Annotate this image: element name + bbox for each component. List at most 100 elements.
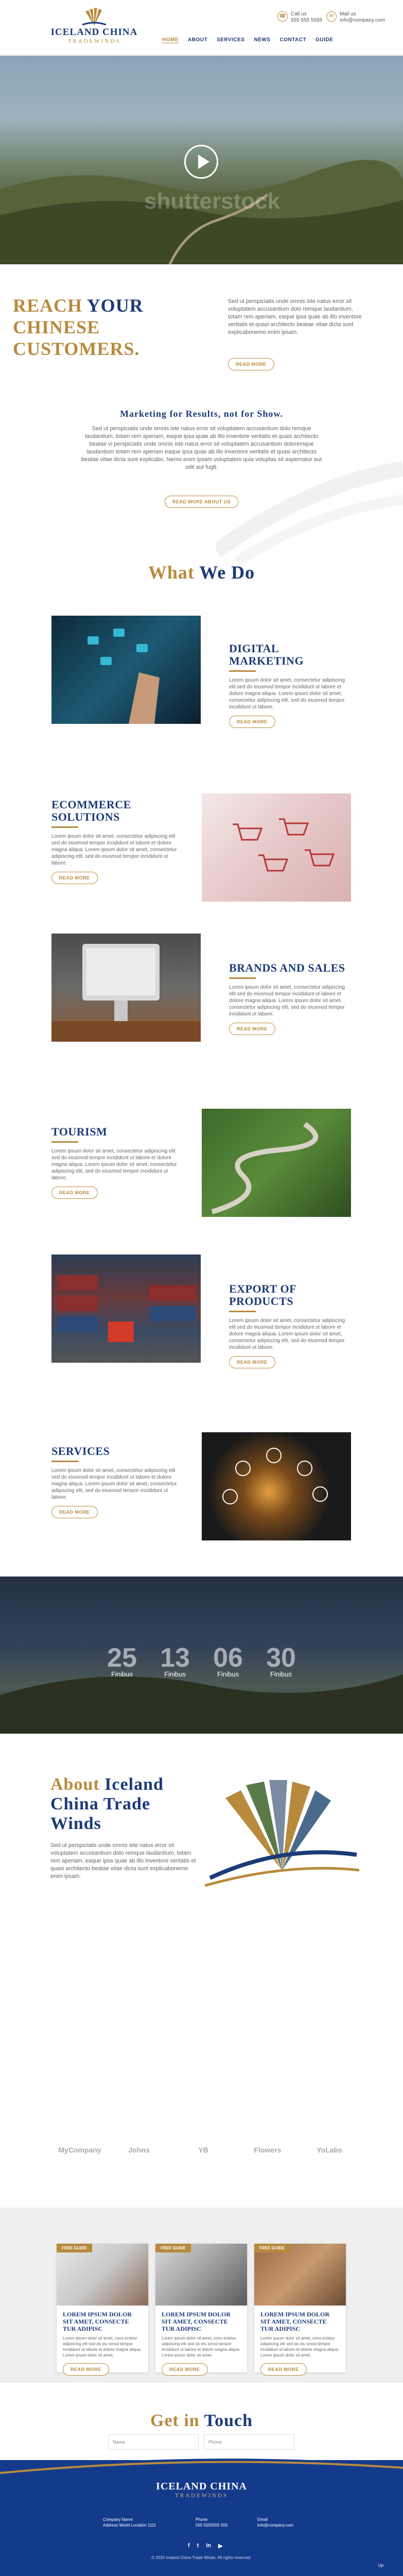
back-to-top[interactable]: Up — [378, 2563, 383, 2568]
service-title: BRANDS AND SALES — [229, 961, 345, 974]
reach-text: Sed ut perspiciatis unde omnis iste natu… — [228, 298, 362, 335]
footer-logo[interactable]: ICELAND CHINA TRADEWINDS — [0, 2481, 403, 2499]
hero-watermark: shutterstock — [144, 189, 281, 214]
partner-logo[interactable]: Johns — [116, 2146, 162, 2166]
service-read-more[interactable]: READ MORE — [51, 1506, 180, 1518]
youtube-icon[interactable]: ▶ — [218, 2543, 222, 2549]
copyright: © 2020 Iceland China Trade Winds. All ri… — [151, 2555, 252, 2560]
service-export: EXPORT OF PRODUCTS Lorem ipsum dolor sit… — [229, 1283, 353, 1368]
contact-title-gold: Get in — [150, 2411, 200, 2430]
service-read-more[interactable]: READ MORE — [51, 872, 180, 884]
guide-title: LOREM IPSUM DOLOR SIT AMET, CONSECTE TUR… — [63, 2311, 132, 2332]
service-title: DIGITAL MARKETING — [229, 642, 304, 667]
footer-email-value: info@company.com — [257, 2523, 294, 2528]
service-icons-circle — [222, 1448, 328, 1504]
mail-label: Mail us — [340, 11, 356, 17]
call-us[interactable]: ☎ Call us 555 555 5555 — [277, 11, 322, 24]
service-read-more[interactable]: READ MORE — [229, 1023, 353, 1035]
partner-logo[interactable]: YB — [190, 2146, 216, 2166]
countdown-item: 25 Finibus — [99, 1643, 145, 1678]
guide-read-more[interactable]: READ MORE — [162, 2363, 241, 2376]
service-read-more[interactable]: READ MORE — [229, 716, 353, 728]
service-title: EXPORT OF PRODUCTS — [229, 1282, 296, 1308]
partner-logo[interactable]: Flowers — [247, 2146, 288, 2166]
site-header: ICELAND CHINA TRADEWINDS ☎ Call us 555 5… — [0, 0, 403, 56]
winding-road-icon — [211, 1122, 319, 1214]
service-text: Lorem ipsum dolor sit amet, consectetur … — [51, 834, 177, 866]
brands-sales-image — [51, 934, 201, 1042]
footer-phone[interactable]: Phone 555 5555555 555 — [196, 2517, 227, 2528]
call-label: Call us — [291, 11, 307, 17]
partner-logo[interactable]: MyCompany — [57, 2146, 103, 2166]
guide-tag: FREE GUIDE — [57, 2244, 92, 2252]
nav-home[interactable]: HOME — [162, 37, 179, 43]
facebook-icon[interactable]: f — [188, 2543, 190, 2549]
reach-title-line3: CUSTOMERS. — [13, 338, 140, 359]
decorative-swoosh — [216, 461, 403, 566]
reach-read-more[interactable]: READ MORE — [228, 358, 274, 370]
marketing-title-part1: Marketing for Results, — [120, 409, 221, 419]
service-title: SERVICES — [51, 1445, 110, 1458]
monitor-icon — [51, 944, 201, 1042]
guide-read-more[interactable]: READ MORE — [260, 2363, 340, 2376]
about-fan-graphic — [205, 1780, 359, 1887]
nav-services[interactable]: SERVICES — [217, 37, 244, 43]
reach-title-blue: YOUR — [86, 295, 144, 316]
nav-about[interactable]: ABOUT — [188, 37, 207, 43]
great-wall-silhouette — [0, 1674, 403, 1734]
nav-contact[interactable]: CONTACT — [279, 37, 306, 43]
service-services: SERVICES Lorem ipsum dolor sit amet, con… — [51, 1445, 180, 1518]
footer-email-label: Email — [257, 2517, 268, 2522]
service-title: TOURISM — [51, 1125, 108, 1138]
guide-card[interactable]: FREE GUIDE LOREM IPSUM DOLOR SIT AMET, C… — [57, 2244, 148, 2376]
countdown-item: 06 Finibus — [205, 1643, 251, 1678]
service-read-more[interactable]: READ MORE — [51, 1187, 180, 1199]
partner-logo[interactable]: YoLabs — [309, 2146, 350, 2166]
phone-field[interactable]: Phone — [204, 2434, 294, 2450]
mail-address: info@company.com — [340, 18, 385, 23]
service-ecommerce: ECOMMERCE SOLUTIONS Lorem ipsum dolor si… — [51, 799, 180, 884]
marketing-title: Marketing for Results, not for Show. — [0, 409, 403, 419]
hero-video: shutterstock — [0, 56, 403, 264]
guide-read-more[interactable]: READ MORE — [63, 2363, 142, 2376]
nav-guide[interactable]: GUIDE — [316, 37, 333, 43]
nav-news[interactable]: NEWS — [254, 37, 270, 43]
footer-phone-label: Phone — [196, 2517, 208, 2522]
service-text: Lorem ipsum dolor sit amet, consectetur … — [229, 1318, 345, 1350]
read-more-label: READ MORE — [229, 1356, 275, 1368]
linkedin-icon[interactable]: in — [206, 2543, 211, 2549]
shopping-cart-icon — [233, 818, 335, 872]
services-image — [202, 1432, 351, 1540]
service-read-more[interactable]: READ MORE — [229, 1356, 353, 1368]
guide-tag: FREE GUIDE — [155, 2244, 191, 2252]
gold-divider — [229, 670, 256, 672]
twitter-icon[interactable]: t — [197, 2543, 199, 2549]
logo[interactable]: ICELAND CHINA TRADEWINDS — [50, 4, 138, 50]
countdown-number: 13 — [160, 1643, 190, 1673]
gold-divider — [229, 1311, 256, 1312]
guide-title: LOREM IPSUM DOLOR SIT AMET, CONSECTE TUR… — [162, 2311, 231, 2332]
read-more-label: READ MORE — [229, 1023, 275, 1035]
name-field[interactable]: Name — [108, 2434, 199, 2450]
ecommerce-image — [202, 793, 351, 902]
page: ICELAND CHINA TRADEWINDS ☎ Call us 555 5… — [0, 0, 403, 2576]
countdown-item: 30 Finibus — [258, 1643, 304, 1678]
guide-card[interactable]: FREE GUIDE LOREM IPSUM DOLOR SIT AMET, C… — [155, 2244, 247, 2376]
mail-us[interactable]: ✉ Mail us info@company.com — [326, 11, 385, 24]
service-text: Lorem ipsum dolor sit amet, consectetur … — [229, 985, 345, 1017]
read-more-label: READ MORE — [229, 716, 275, 728]
what-we-do-title-blue: We Do — [199, 562, 255, 583]
guide-card[interactable]: FREE GUIDE LOREM IPSUM DOLOR SIT AMET, C… — [254, 2244, 346, 2376]
countdown-label: Finibus — [111, 1670, 133, 1678]
gold-divider — [51, 1461, 78, 1462]
digital-network-icon — [87, 629, 160, 724]
about-text: Sed ut perspiciatis unde omnis iste natu… — [50, 1842, 196, 1879]
footer-email[interactable]: Email info@company.com — [257, 2517, 293, 2528]
gold-divider — [229, 977, 256, 979]
reach-title-line2: CHINESE — [13, 317, 100, 337]
gold-divider — [51, 826, 78, 828]
play-button[interactable] — [184, 145, 218, 179]
service-text: Lorem ipsum dolor sit amet, consectetur … — [229, 677, 345, 710]
service-text: Lorem ipsum dolor sit amet, consectetur … — [51, 1148, 177, 1181]
guide-image: FREE GUIDE — [57, 2244, 148, 2306]
